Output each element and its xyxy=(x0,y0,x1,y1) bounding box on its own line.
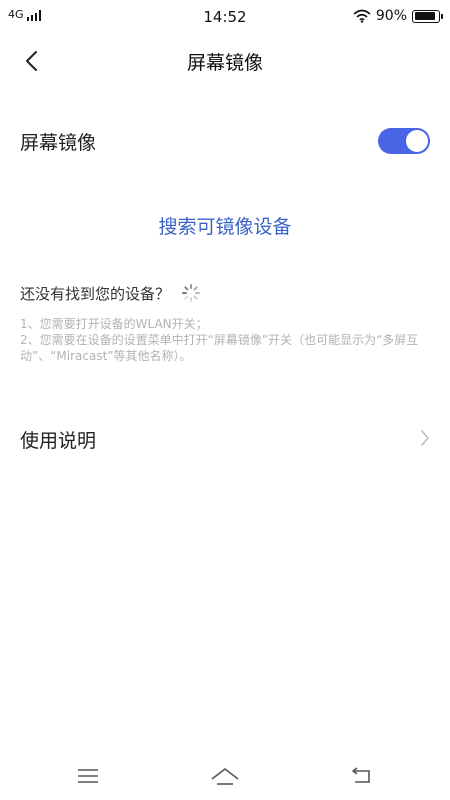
status-right: 90% xyxy=(353,8,443,24)
menu-icon xyxy=(78,769,98,783)
usage-instructions-label: 使用说明 xyxy=(20,430,97,452)
wifi-icon xyxy=(353,9,371,23)
nav-back-button[interactable] xyxy=(347,764,377,788)
usage-instructions-row[interactable]: 使用说明 xyxy=(0,420,450,456)
battery-icon xyxy=(412,9,443,23)
chevron-right-icon xyxy=(421,430,429,446)
toggle-knob xyxy=(406,130,428,152)
not-found-label: 还没有找到您的设备？ xyxy=(20,284,171,303)
back-icon xyxy=(352,767,370,783)
home-button[interactable] xyxy=(210,764,240,788)
status-bar: 4G 14:52 90% xyxy=(0,0,450,34)
home-icon xyxy=(211,768,239,785)
hint-text: 1、您需要打开设备的WLAN开关； 2、您需要在设备的设置菜单中打开“屏幕镜像”… xyxy=(20,317,419,363)
battery-level xyxy=(414,12,436,20)
search-devices-link[interactable]: 搜索可镜像设备 xyxy=(0,212,450,239)
not-found-row: 还没有找到您的设备？ xyxy=(20,282,202,304)
navigation-bar xyxy=(0,752,450,800)
title-bar: 屏幕镜像 xyxy=(0,36,450,86)
screen-mirror-toggle[interactable] xyxy=(378,128,430,154)
screen-mirror-row: 屏幕镜像 xyxy=(0,120,450,160)
menu-button[interactable] xyxy=(73,764,103,788)
screen-mirror-label: 屏幕镜像 xyxy=(20,132,97,154)
page-title: 屏幕镜像 xyxy=(186,52,263,74)
battery-percent: 90% xyxy=(375,8,407,24)
loading-spinner-icon xyxy=(182,284,201,302)
